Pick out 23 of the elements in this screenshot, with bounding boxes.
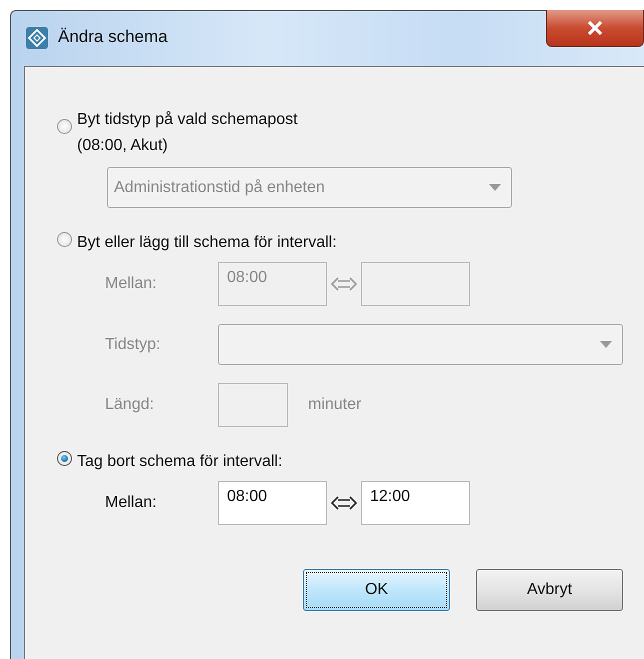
start-time-field[interactable]: 08:00 — [218, 481, 327, 525]
cancel-button[interactable]: Avbryt — [476, 569, 623, 611]
minutes-label: minuter — [308, 396, 362, 414]
option-label: Byt eller lägg till schema för intervall: — [77, 233, 337, 253]
double-arrow-icon — [331, 495, 357, 511]
length-label: Längd: — [105, 396, 155, 414]
end-time-field[interactable]: 12:00 — [361, 481, 470, 525]
option-label: Byt tidstyp på vald schemapost — [77, 110, 298, 130]
double-arrow-icon — [331, 276, 357, 292]
close-button[interactable] — [546, 10, 644, 47]
time-type-label: Tidstyp: — [105, 336, 162, 354]
option-sublabel: (08:00, Akut) — [77, 136, 168, 156]
caret-icon — [489, 184, 501, 191]
window-title: Ändra schema — [58, 27, 168, 47]
close-icon — [587, 21, 603, 35]
ok-button[interactable]: OK — [303, 569, 450, 611]
caret-icon — [600, 341, 612, 348]
radio-button[interactable] — [57, 119, 72, 134]
radio-button[interactable] — [57, 451, 72, 466]
option-label: Tag bort schema för intervall: — [77, 452, 282, 472]
app-diamond-icon — [26, 27, 48, 49]
between-label: Mellan: — [105, 275, 158, 293]
between-label: Mellan: — [105, 494, 158, 512]
